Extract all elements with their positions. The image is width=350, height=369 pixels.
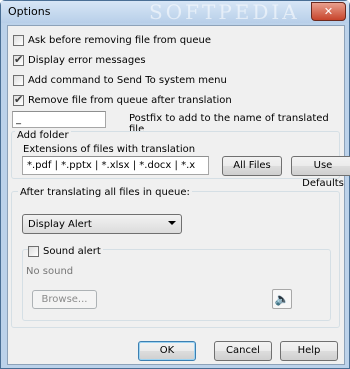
extensions-label: Extensions of files with translation bbox=[23, 144, 196, 155]
options-window: Options SOFTPEDIA ✕ Ask before removing … bbox=[0, 0, 350, 369]
sound-alert-option[interactable]: Sound alert bbox=[28, 244, 103, 258]
all-files-button[interactable]: All Files bbox=[222, 156, 282, 176]
speaker-icon[interactable]: 🔈 bbox=[272, 289, 292, 309]
option-remove-after-translation[interactable]: Remove file from queue after translation bbox=[13, 93, 232, 107]
option-send-to-menu[interactable]: Add command to Send To system menu bbox=[13, 73, 227, 87]
sound-alert-label: Sound alert bbox=[43, 245, 101, 257]
chevron-down-icon bbox=[168, 221, 176, 225]
dropdown-selected: Display Alert bbox=[28, 219, 92, 230]
options-panel: Ask before removing file from queue Disp… bbox=[7, 25, 350, 365]
checkbox[interactable] bbox=[13, 74, 24, 86]
window-title: Options bbox=[8, 5, 51, 18]
close-icon: ✕ bbox=[323, 5, 334, 18]
title-bar[interactable]: Options SOFTPEDIA ✕ bbox=[1, 0, 349, 24]
option-display-errors[interactable]: Display error messages bbox=[13, 53, 146, 67]
ok-button[interactable]: OK bbox=[138, 341, 196, 361]
extensions-value: *.pdf | *.pptx | *.xlsx | *.docx | *.x bbox=[27, 160, 196, 171]
cancel-button[interactable]: Cancel bbox=[214, 341, 272, 361]
option-label: Display error messages bbox=[28, 54, 146, 66]
option-label: Add command to Send To system menu bbox=[28, 74, 227, 86]
option-ask-before-removing[interactable]: Ask before removing file from queue bbox=[13, 33, 211, 47]
checkbox[interactable] bbox=[28, 245, 39, 257]
help-button[interactable]: Help bbox=[280, 341, 338, 361]
after-translating-title: After translating all files in queue: bbox=[18, 187, 192, 198]
close-button[interactable]: ✕ bbox=[311, 2, 346, 21]
after-action-dropdown[interactable]: Display Alert bbox=[22, 214, 182, 234]
postfix-input[interactable] bbox=[12, 111, 106, 128]
add-folder-title: Add folder bbox=[15, 130, 71, 141]
browse-button[interactable]: Browse... bbox=[32, 290, 97, 309]
use-defaults-button[interactable]: Use Defaults bbox=[291, 156, 350, 189]
checkbox[interactable] bbox=[13, 34, 24, 46]
option-label: Ask before removing file from queue bbox=[28, 34, 212, 46]
option-label: Remove file from queue after translation bbox=[28, 94, 232, 106]
checkbox[interactable] bbox=[13, 53, 24, 66]
watermark: SOFTPEDIA bbox=[149, 0, 300, 24]
extensions-input[interactable]: *.pdf | *.pptx | *.xlsx | *.docx | *.x bbox=[22, 156, 209, 175]
sound-file-label: No sound bbox=[26, 266, 74, 277]
checkbox[interactable] bbox=[13, 93, 24, 106]
sound-alert-group bbox=[22, 249, 331, 321]
